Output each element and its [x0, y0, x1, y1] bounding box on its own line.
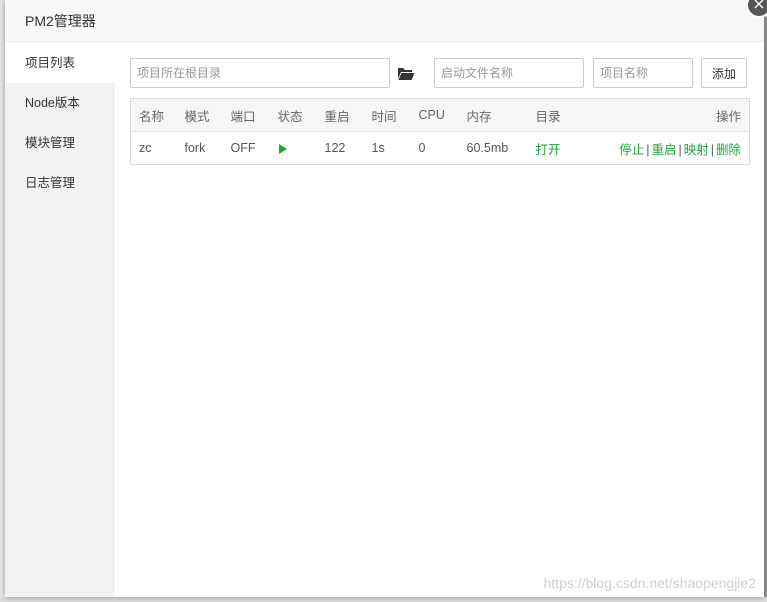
open-directory-link[interactable]: 打开	[536, 143, 561, 157]
col-port: 端口	[230, 109, 256, 124]
folder-open-icon[interactable]	[397, 65, 415, 81]
cell-mode: fork	[184, 141, 206, 155]
table-header-row: 名称 模式 端口 状态 重启 时间 CPU 内存 目录 操作	[130, 98, 750, 132]
col-operations: 操作	[715, 109, 741, 124]
sidebar-item-label: Node版本	[25, 96, 80, 110]
col-time: 时间	[371, 109, 397, 124]
table-row: zc fork OFF 122 1s 0 60.5mb 打开 停止 | 重启 |…	[131, 132, 750, 165]
watermark: https://blog.csdn.net/shaopengjie2	[543, 575, 757, 591]
sidebar-item-module-management[interactable]: 模块管理	[5, 123, 115, 163]
cell-directory: 打开	[528, 132, 588, 165]
dialog-header: PM2管理器	[5, 0, 764, 42]
cell-name: zc	[139, 141, 152, 155]
sidebar-item-label: 模块管理	[25, 136, 76, 150]
project-path-input[interactable]	[130, 58, 390, 88]
separator: |	[710, 142, 714, 157]
col-name: 名称	[139, 109, 165, 124]
play-icon	[278, 143, 287, 154]
stop-link[interactable]: 停止	[619, 143, 644, 157]
col-directory: 目录	[535, 109, 561, 124]
restart-link[interactable]: 重启	[651, 143, 676, 157]
sidebar: 项目列表 Node版本 模块管理 日志管理	[5, 43, 115, 597]
main-panel: 添加 名称 模式 端口 状态 重启 时间 CPU 内存 目录 操作	[115, 43, 764, 597]
background-page-bottom	[0, 597, 767, 602]
sidebar-item-project-list[interactable]: 项目列表	[5, 43, 115, 83]
col-status: 状态	[277, 109, 303, 124]
dialog-title: PM2管理器	[25, 12, 96, 29]
cell-time: 1s	[371, 141, 385, 155]
col-memory: 内存	[466, 109, 492, 124]
sidebar-item-node-version[interactable]: Node版本	[5, 83, 115, 123]
add-button[interactable]: 添加	[701, 58, 747, 88]
cell-operations: 停止 | 重启 | 映射 | 删除	[588, 132, 750, 165]
delete-link[interactable]: 删除	[716, 143, 741, 157]
cell-port: OFF	[230, 141, 256, 155]
project-table: 名称 模式 端口 状态 重启 时间 CPU 内存 目录 操作 zc fork O…	[130, 98, 750, 165]
separator: |	[646, 142, 650, 157]
cell-status	[270, 132, 317, 165]
col-mode: 模式	[184, 109, 210, 124]
separator: |	[678, 142, 682, 157]
cell-restarts: 122	[324, 141, 346, 155]
project-name-input[interactable]	[593, 58, 693, 88]
mapping-link[interactable]: 映射	[684, 143, 709, 157]
cell-cpu: 0	[418, 141, 426, 155]
sidebar-item-log-management[interactable]: 日志管理	[5, 163, 115, 203]
col-restarts: 重启	[324, 109, 350, 124]
cell-memory: 60.5mb	[466, 141, 509, 155]
startup-file-input[interactable]	[434, 58, 584, 88]
col-cpu: CPU	[418, 108, 445, 122]
sidebar-item-label: 项目列表	[25, 56, 76, 70]
pm2-dialog: PM2管理器 × 项目列表 Node版本 模块管理 日志管理 添加	[5, 0, 767, 597]
sidebar-item-label: 日志管理	[25, 176, 76, 190]
toolbar: 添加	[130, 58, 750, 88]
